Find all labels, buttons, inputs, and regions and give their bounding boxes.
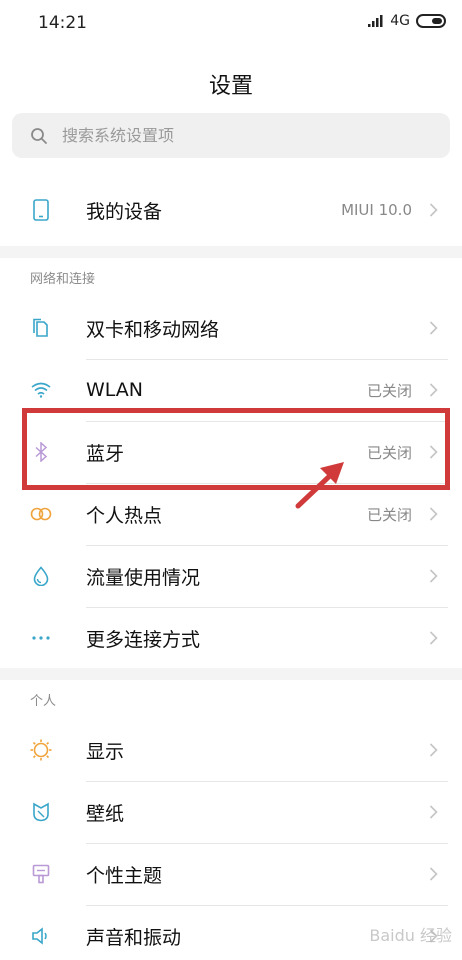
sim-card-icon — [30, 317, 52, 339]
search-icon — [31, 127, 47, 144]
chevron-right-icon — [429, 203, 438, 217]
themes-label: 个性主题 — [86, 864, 163, 887]
baidu-watermark: Baidu 经验 — [369, 926, 452, 945]
dual-sim-label: 双卡和移动网络 — [86, 318, 220, 341]
network-type: 4G — [390, 13, 410, 29]
arrow-annotation-icon — [295, 462, 344, 509]
chevron-right-icon — [429, 805, 438, 819]
wlan-status: 已关闭 — [366, 381, 412, 400]
my-device-row[interactable]: 我的设备 MIUI 10.0 — [0, 179, 462, 241]
more-connections-row[interactable]: 更多连接方式 — [0, 607, 462, 669]
chevron-right-icon — [429, 321, 438, 335]
chevron-right-icon — [429, 631, 438, 645]
highlight-annotation-box — [22, 408, 450, 490]
data-usage-row[interactable]: 流量使用情况 — [0, 545, 462, 607]
status-bar: 14:21 4G — [0, 0, 462, 46]
themes-row[interactable]: 个性主题 — [0, 843, 462, 905]
more-dots-icon — [30, 627, 52, 649]
more-connections-label: 更多连接方式 — [86, 628, 201, 651]
chevron-right-icon — [429, 569, 438, 583]
section-header-network: 网络和连接 — [30, 272, 96, 287]
wifi-icon — [30, 379, 52, 401]
sound-label: 声音和振动 — [86, 926, 182, 949]
chevron-right-icon — [429, 507, 438, 521]
chevron-right-icon — [429, 867, 438, 881]
section-gap — [0, 668, 462, 680]
chevron-right-icon — [429, 743, 438, 757]
phone-icon — [30, 199, 52, 221]
hotspot-row[interactable]: 个人热点 已关闭 — [0, 483, 462, 545]
wallpaper-icon — [30, 801, 52, 823]
hotspot-label: 个人热点 — [86, 504, 163, 527]
status-time: 14:21 — [38, 13, 87, 33]
speaker-icon — [30, 925, 52, 947]
wallpaper-row[interactable]: 壁纸 — [0, 781, 462, 843]
chevron-right-icon — [429, 383, 438, 397]
display-row[interactable]: 显示 — [0, 719, 462, 781]
wallpaper-label: 壁纸 — [86, 802, 125, 825]
status-icons: 4G — [368, 13, 446, 29]
my-device-label: 我的设备 — [86, 200, 163, 223]
battery-icon — [416, 14, 446, 28]
signal-icon — [368, 15, 383, 27]
hotspot-icon — [30, 503, 52, 525]
search-input[interactable] — [62, 126, 402, 145]
hotspot-status: 已关闭 — [366, 505, 412, 524]
page-title: 设置 — [208, 74, 253, 99]
section-gap — [0, 246, 462, 258]
display-label: 显示 — [86, 740, 125, 763]
data-usage-label: 流量使用情况 — [86, 566, 201, 589]
search-bar[interactable] — [12, 113, 450, 158]
dual-sim-row[interactable]: 双卡和移动网络 — [0, 297, 462, 359]
sun-icon — [30, 739, 52, 761]
water-drop-icon — [30, 565, 52, 587]
miui-version: MIUI 10.0 — [341, 201, 412, 219]
theme-brush-icon — [30, 863, 52, 885]
section-header-personal: 个人 — [30, 694, 57, 709]
wlan-label: WLAN — [86, 379, 144, 401]
